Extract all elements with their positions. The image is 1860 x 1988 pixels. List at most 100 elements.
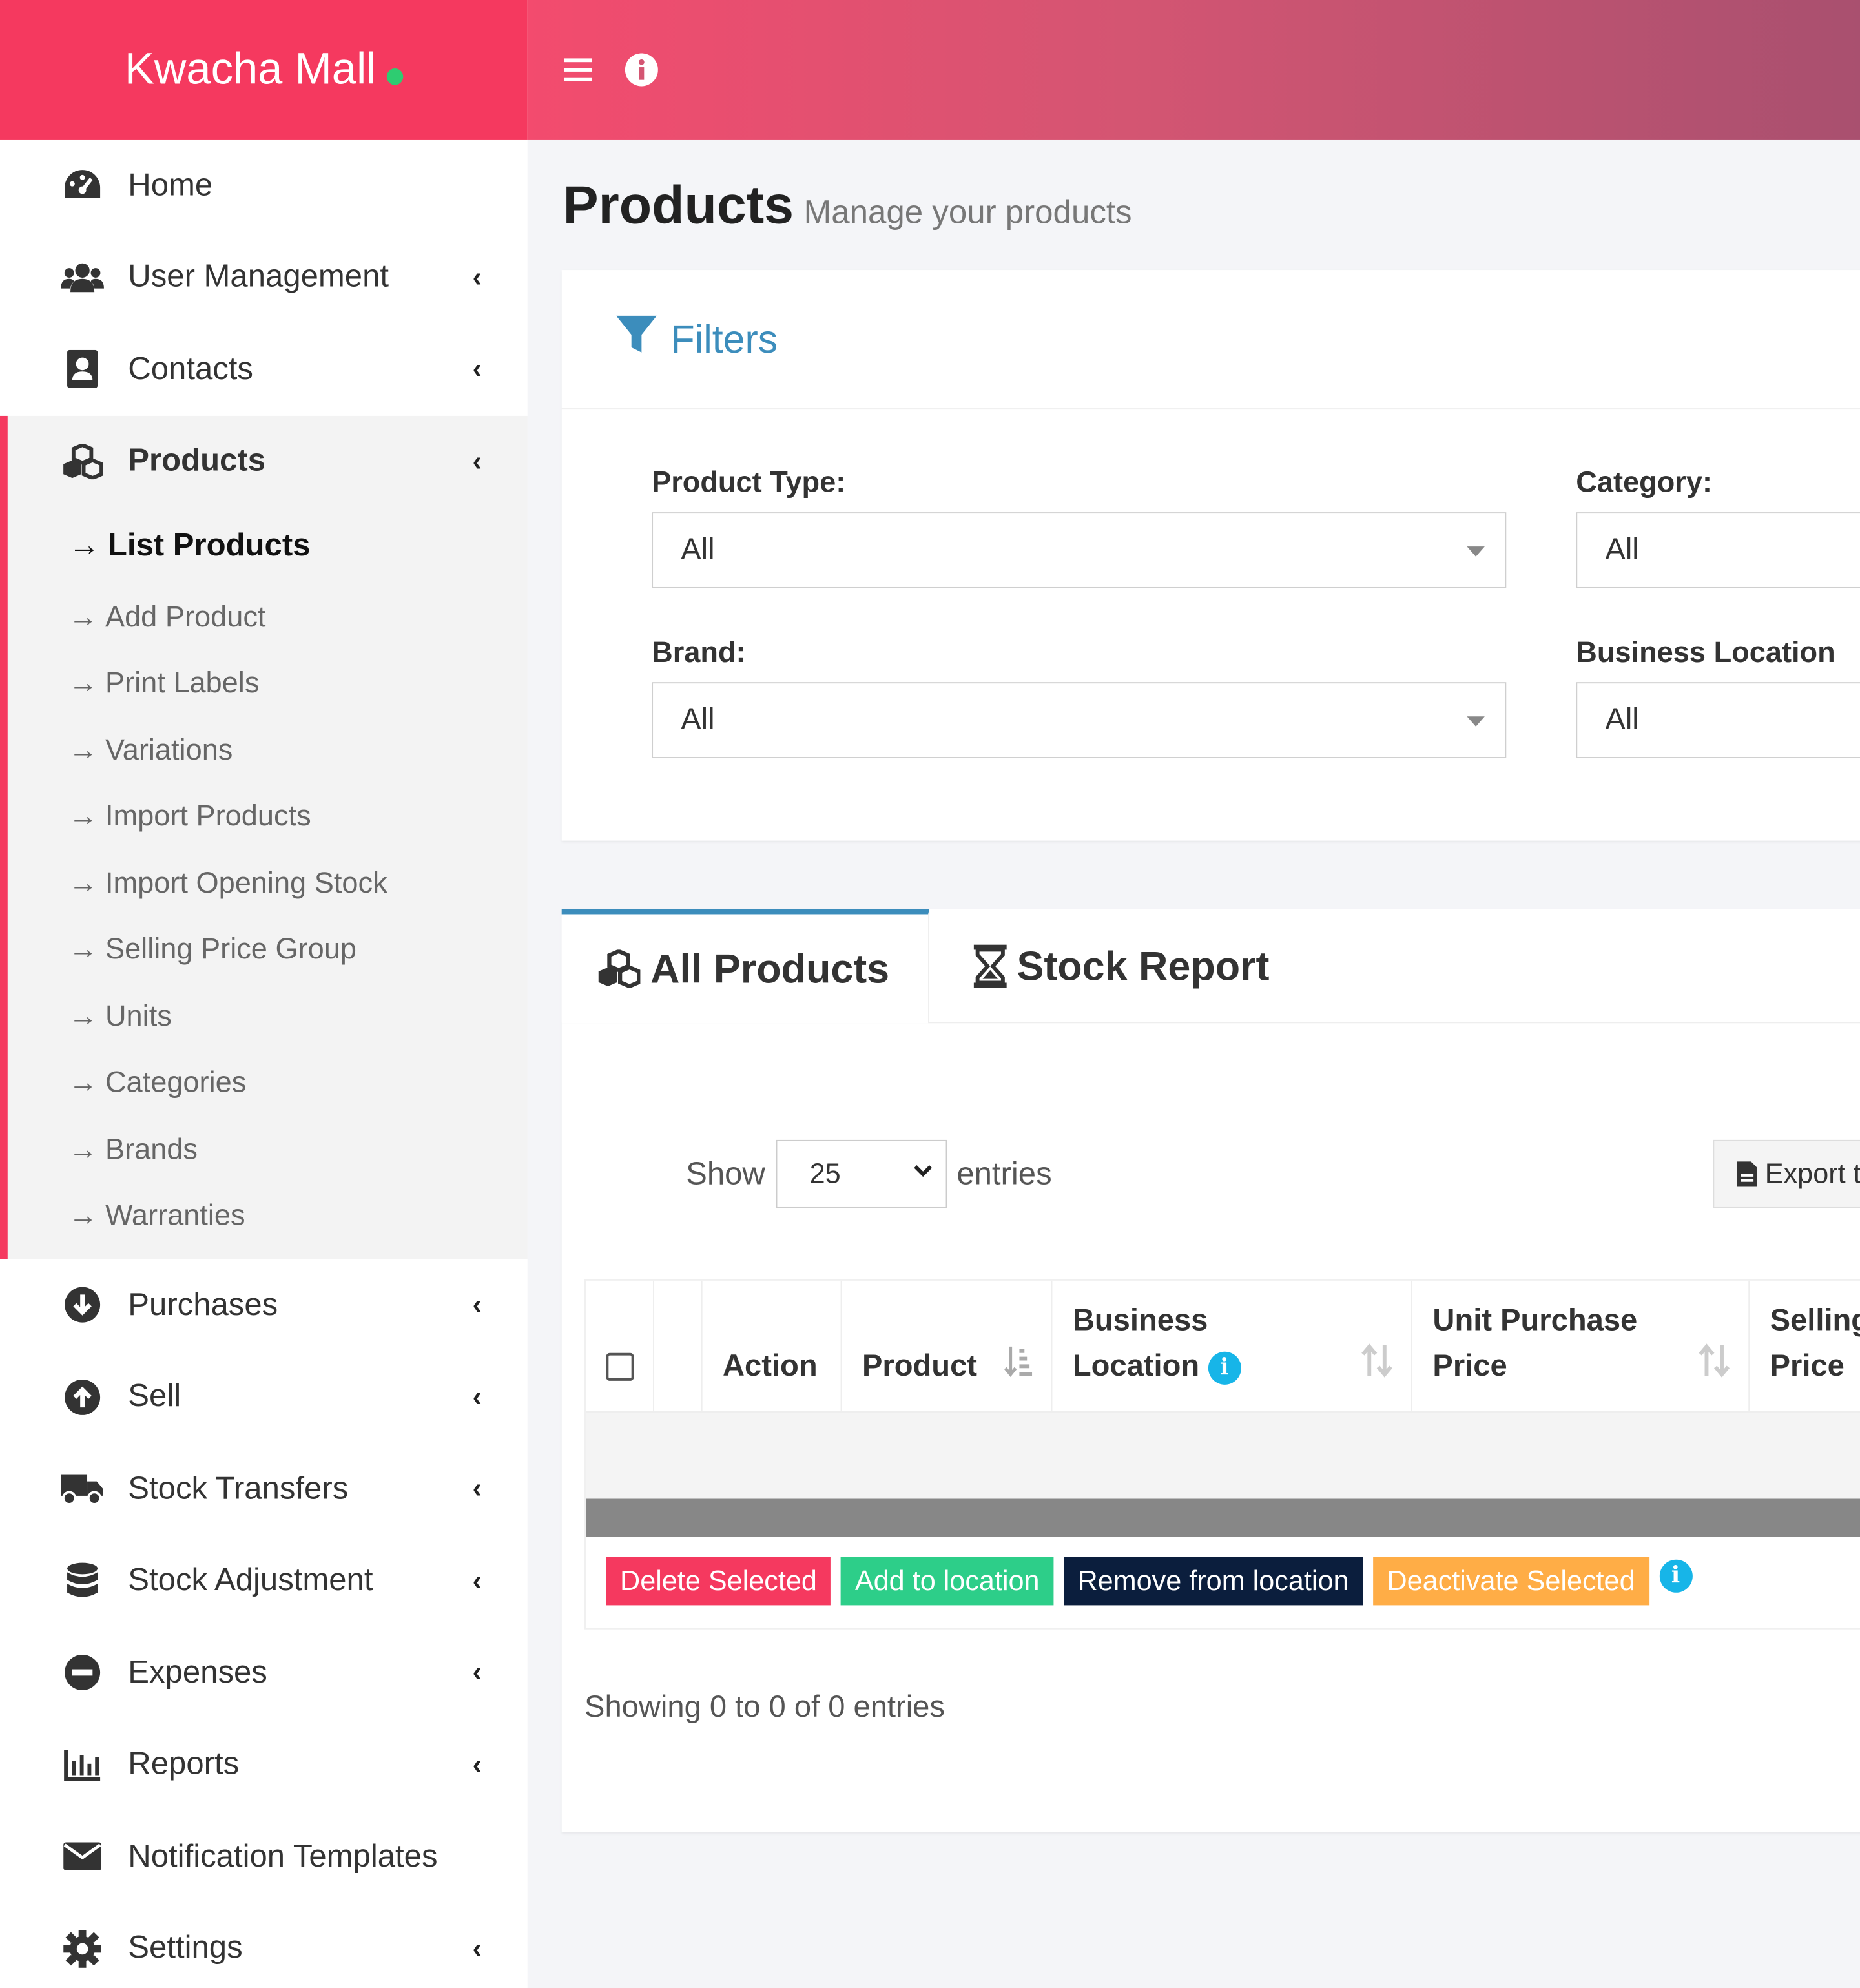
- dashboard-icon: [61, 167, 104, 205]
- chevron-left-icon: ‹: [472, 1932, 482, 1964]
- hourglass-icon: [973, 944, 1007, 988]
- chevron-down-icon: [913, 1156, 933, 1185]
- sidebar-item-settings[interactable]: Settings ‹: [0, 1903, 528, 1988]
- column-label: Price: [1432, 1349, 1507, 1383]
- brand-logo[interactable]: Kwacha Mall: [0, 0, 528, 140]
- brand-value: All: [681, 702, 715, 737]
- submenu-item-import-opening-stock[interactable]: → Import Opening Stock: [8, 849, 528, 916]
- sidebar-item-label: Settings: [128, 1930, 243, 1966]
- page-subtitle: Manage your products: [803, 192, 1132, 231]
- filters-header[interactable]: Filters: [561, 270, 1860, 410]
- arrow-right-icon: →: [68, 1198, 98, 1232]
- column-business-location[interactable]: Business Location i: [1052, 1280, 1413, 1413]
- chevron-left-icon: ‹: [472, 1564, 482, 1597]
- tab-label: Stock Report: [1017, 942, 1270, 989]
- category-select[interactable]: All: [1576, 512, 1860, 588]
- horizontal-scrollbar[interactable]: [585, 1498, 1860, 1537]
- info-icon[interactable]: i: [1208, 1351, 1241, 1385]
- column-selling-price[interactable]: Selling Price: [1750, 1281, 1860, 1413]
- sidebar-item-user-management[interactable]: User Management ‹: [0, 231, 528, 323]
- column-action: Action: [703, 1280, 842, 1413]
- tab-bar: All Products Stock Report: [561, 909, 1860, 1024]
- sidebar-item-label: Sell: [128, 1378, 181, 1414]
- product-type-select[interactable]: All: [652, 512, 1507, 588]
- sidebar-item-stock-transfers[interactable]: Stock Transfers ‹: [0, 1443, 528, 1535]
- deactivate-selected-button[interactable]: Deactivate Selected: [1372, 1557, 1649, 1606]
- sidebar-item-reports[interactable]: Reports ‹: [0, 1719, 528, 1810]
- expand-header: [654, 1280, 703, 1413]
- sidebar-item-products[interactable]: Products ‹: [8, 415, 528, 507]
- add-to-location-button[interactable]: Add to location: [841, 1557, 1054, 1606]
- filters-title: Filters: [670, 316, 778, 361]
- product-type-value: All: [681, 532, 715, 567]
- cubes-icon: [61, 442, 104, 481]
- online-status-dot: [386, 68, 403, 85]
- remove-from-location-button[interactable]: Remove from location: [1063, 1557, 1363, 1606]
- select-all-checkbox[interactable]: [606, 1352, 634, 1381]
- column-label-group: Selling Price: [1770, 1298, 1860, 1389]
- sort-icon: [1698, 1343, 1731, 1387]
- table-empty-row: [585, 1413, 1860, 1499]
- submenu-item-units[interactable]: → Units: [8, 982, 528, 1049]
- submenu-item-add-product[interactable]: → Add Product: [8, 583, 528, 650]
- sidebar-products-group: Products ‹ → List Products → Add Product →…: [0, 415, 528, 1259]
- sort-ascending-icon: [1003, 1345, 1033, 1387]
- sidebar-item-stock-adjustment[interactable]: Stock Adjustment ‹: [0, 1535, 528, 1626]
- bulk-actions: Delete Selected Add to location Remove f…: [606, 1557, 1692, 1606]
- submenu-item-list-products[interactable]: → List Products: [8, 507, 528, 583]
- submenu-item-label: Brands: [105, 1132, 198, 1165]
- main-content: Products Manage your products Filters Pr…: [528, 140, 1860, 1988]
- page-length-select[interactable]: 25: [775, 1139, 947, 1208]
- sidebar-item-contacts[interactable]: Contacts ‹: [0, 324, 528, 415]
- brand-name: Kwacha Mall: [124, 44, 377, 94]
- sidebar-item-home[interactable]: Home: [0, 140, 528, 231]
- arrow-right-icon: →: [68, 1065, 98, 1099]
- sidebar-item-notification-templates[interactable]: Notification Templates: [0, 1810, 528, 1902]
- info-icon[interactable]: i: [1658, 1559, 1692, 1593]
- product-type-label: Product Type:: [652, 465, 846, 499]
- submenu-item-print-labels[interactable]: → Print Labels: [8, 650, 528, 716]
- submenu-item-brands[interactable]: → Brands: [8, 1116, 528, 1183]
- submenu-item-categories[interactable]: → Categories: [8, 1050, 528, 1116]
- products-submenu: → List Products → Add Product → Print Label…: [8, 507, 528, 1259]
- users-icon: [61, 258, 104, 296]
- business-location-select[interactable]: All: [1576, 682, 1860, 758]
- submenu-item-label: Units: [105, 999, 172, 1032]
- submenu-item-label: Warranties: [105, 1198, 245, 1232]
- sidebar-item-sell[interactable]: Sell ‹: [0, 1351, 528, 1443]
- submenu-item-import-products[interactable]: → Import Products: [8, 783, 528, 849]
- submenu-item-variations[interactable]: → Variations: [8, 716, 528, 783]
- export-button[interactable]: Export t: [1713, 1139, 1860, 1208]
- sidebar-item-label: Purchases: [128, 1287, 278, 1323]
- tab-all-products[interactable]: All Products: [561, 909, 930, 1024]
- arrow-right-icon: →: [68, 599, 98, 633]
- sidebar-item-expenses[interactable]: Expenses ‹: [0, 1627, 528, 1719]
- column-product[interactable]: Product: [842, 1280, 1053, 1413]
- database-icon: [61, 1562, 104, 1600]
- column-label: Location: [1072, 1349, 1200, 1383]
- column-label-group: Unit Purchase Price: [1432, 1298, 1637, 1389]
- sidebar-item-label: Stock Transfers: [128, 1470, 349, 1506]
- info-icon[interactable]: [624, 52, 659, 87]
- chevron-left-icon: ‹: [472, 1748, 482, 1780]
- arrow-right-icon: →: [68, 932, 98, 966]
- page-length-value: 25: [809, 1157, 841, 1190]
- sort-icon: [1361, 1343, 1394, 1387]
- tab-stock-report[interactable]: Stock Report: [973, 909, 1270, 1024]
- sidebar-item-purchases[interactable]: Purchases ‹: [0, 1259, 528, 1351]
- submenu-item-warranties[interactable]: → Warranties: [8, 1183, 528, 1249]
- table-info: Showing 0 to 0 of 0 entries: [584, 1690, 945, 1724]
- products-table: Action Product Business Location i Unit …: [584, 1279, 1860, 1630]
- arrow-right-icon: →: [68, 732, 98, 766]
- arrow-right-icon: →: [68, 1132, 98, 1165]
- hamburger-icon[interactable]: [561, 52, 596, 87]
- delete-selected-button[interactable]: Delete Selected: [606, 1557, 831, 1606]
- business-location-label: Business Location: [1576, 635, 1835, 668]
- submenu-item-selling-price-group[interactable]: → Selling Price Group: [8, 916, 528, 982]
- contact-book-icon: [61, 350, 104, 389]
- brand-select[interactable]: All: [652, 682, 1507, 758]
- chevron-left-icon: ‹: [472, 1472, 482, 1504]
- submenu-item-label: Categories: [105, 1065, 247, 1099]
- submenu-item-label: Import Products: [105, 799, 311, 833]
- column-unit-purchase-price[interactable]: Unit Purchase Price: [1412, 1280, 1750, 1413]
